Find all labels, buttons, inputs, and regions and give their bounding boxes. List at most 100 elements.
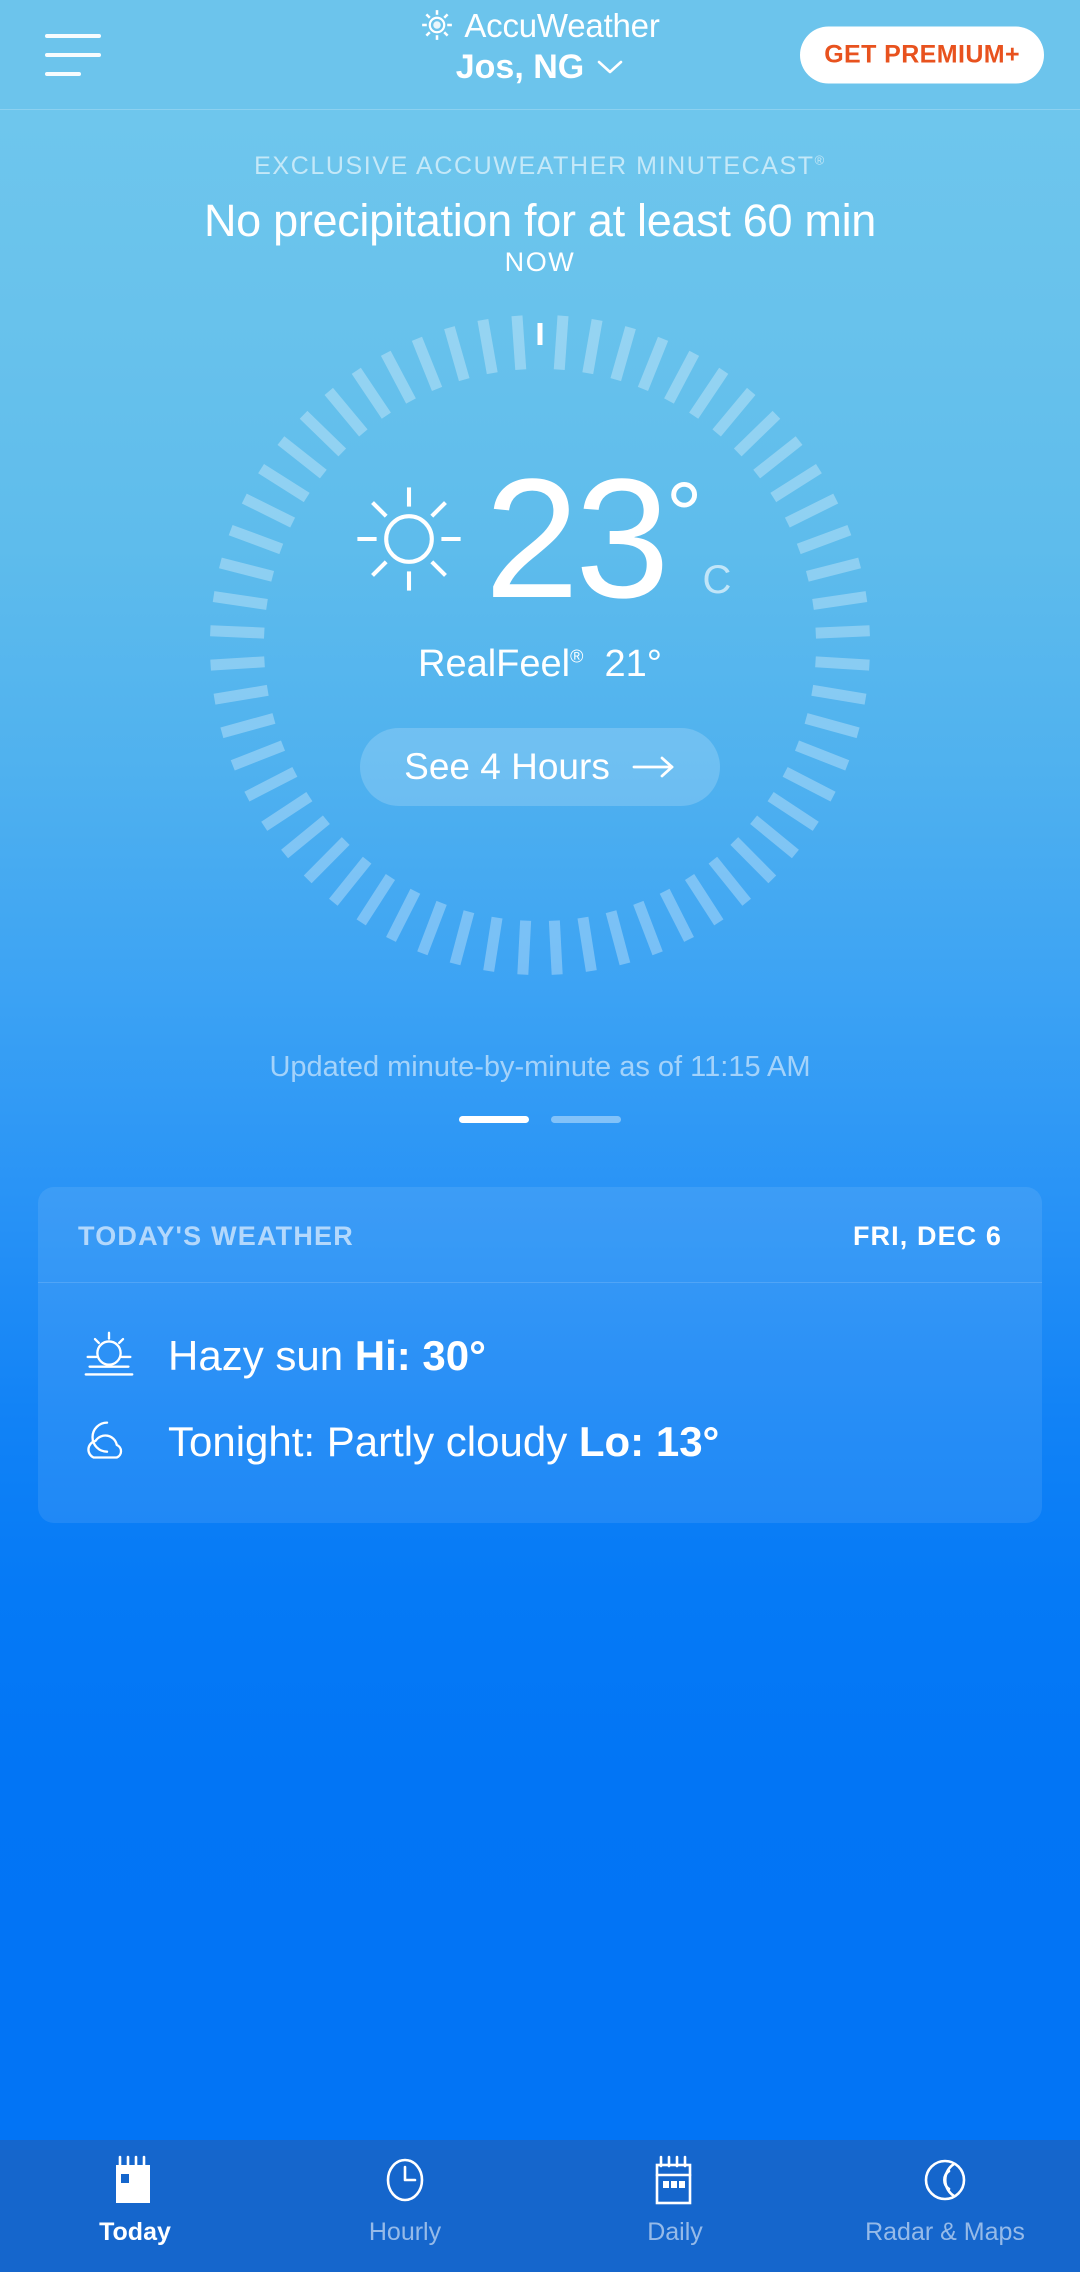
now-label: NOW bbox=[504, 247, 576, 277]
app-header: AccuWeather Jos, NG GET PREMIUM+ bbox=[0, 0, 1080, 110]
forecast-row-day: Hazy sun Hi: 30° bbox=[78, 1313, 1002, 1399]
updated-text: Updated minute-by-minute as of 11:15 AM bbox=[269, 1051, 811, 1083]
radar-icon bbox=[924, 2159, 966, 2201]
card-date: FRI, DEC 6 bbox=[852, 1221, 1002, 1251]
calendar-today-icon bbox=[116, 2155, 150, 2203]
registered-mark: ® bbox=[570, 646, 584, 667]
dial-tick bbox=[477, 319, 498, 375]
dial-tick bbox=[417, 900, 447, 956]
temperature-unit: C bbox=[702, 558, 732, 603]
partly-cloudy-night-icon bbox=[87, 1421, 123, 1459]
page-dot[interactable] bbox=[459, 1116, 529, 1123]
realfeel-label: RealFeel bbox=[418, 643, 571, 686]
todays-weather-card[interactable]: TODAY'S WEATHER FRI, DEC 6 Hazy sun Hi: … bbox=[38, 1187, 1042, 1523]
minutecast-label: EXCLUSIVE ACCUWEATHER MINUTECAST® bbox=[0, 152, 1080, 181]
hamburger-bar bbox=[45, 52, 101, 57]
dial-tick bbox=[411, 336, 443, 391]
registered-mark: ® bbox=[814, 152, 826, 168]
realfeel-row: RealFeel® 21° bbox=[418, 643, 662, 686]
hazy-sun-icon bbox=[84, 1331, 134, 1376]
dial-tick bbox=[380, 350, 416, 404]
forecast-condition-day: Hazy sun bbox=[168, 1332, 355, 1379]
forecast-low: Lo: 13° bbox=[578, 1418, 720, 1465]
page-indicator[interactable] bbox=[0, 1116, 1080, 1123]
tab-today[interactable]: Today bbox=[0, 2140, 270, 2272]
dial-tick bbox=[444, 326, 470, 382]
brand-row: AccuWeather bbox=[420, 6, 660, 44]
card-title: TODAY'S WEATHER bbox=[78, 1221, 354, 1251]
brand-name: AccuWeather bbox=[464, 6, 660, 44]
tab-label-today: Today bbox=[99, 2218, 171, 2246]
dial-tick bbox=[303, 837, 350, 884]
forecast-text-day: Hazy sun Hi: 30° bbox=[168, 1332, 486, 1380]
sun-icon bbox=[357, 487, 461, 591]
dial-tick bbox=[605, 910, 631, 966]
dial-tick bbox=[610, 326, 636, 382]
tab-label-hourly: Hourly bbox=[368, 2218, 442, 2246]
degree-symbol: ° bbox=[665, 464, 703, 566]
location-name: Jos, NG bbox=[455, 48, 585, 86]
page-dot[interactable] bbox=[551, 1116, 621, 1123]
card-body: Hazy sun Hi: 30° Tonight: Partly cloudy … bbox=[38, 1283, 1042, 1523]
dial-tick bbox=[633, 900, 663, 956]
dial-tick bbox=[548, 920, 563, 975]
dial-tick bbox=[449, 910, 475, 966]
dial-tick bbox=[730, 837, 777, 884]
tab-radar-maps[interactable]: Radar & Maps bbox=[810, 2140, 1080, 2272]
card-header: TODAY'S WEATHER FRI, DEC 6 bbox=[38, 1187, 1042, 1283]
dial-tick bbox=[351, 367, 391, 419]
bottom-tab-bar: Today Hourly Daily Radar & Maps bbox=[0, 2140, 1080, 2272]
arrow-right-icon bbox=[632, 756, 674, 778]
temperature-value-group: 23 ° bbox=[484, 444, 703, 634]
forecast-text-night: Tonight: Partly cloudy Lo: 13° bbox=[168, 1418, 719, 1466]
dial-tick bbox=[750, 815, 799, 859]
dial-tick bbox=[553, 315, 569, 371]
dial-tick bbox=[517, 920, 532, 975]
dial-tick bbox=[664, 350, 700, 404]
dial-tick bbox=[356, 873, 396, 926]
forecast-high: Hi: 30° bbox=[354, 1332, 486, 1379]
calendar-icon bbox=[655, 2155, 692, 2205]
see-hours-button[interactable]: See 4 Hours bbox=[360, 728, 720, 807]
tab-label-radar: Radar & Maps bbox=[865, 2218, 1025, 2246]
minutecast-section: EXCLUSIVE ACCUWEATHER MINUTECAST® No pre… bbox=[0, 152, 1080, 247]
temperature-value: 23 bbox=[484, 444, 670, 634]
dial-tick bbox=[712, 387, 756, 437]
tab-label-daily: Daily bbox=[647, 2218, 703, 2246]
hamburger-bar bbox=[45, 71, 81, 76]
dial-tick bbox=[299, 410, 347, 457]
tab-daily[interactable]: Daily bbox=[540, 2140, 810, 2272]
minutecast-headline: No precipitation for at least 60 min bbox=[203, 195, 877, 246]
dial-tick bbox=[659, 888, 694, 942]
hamburger-bar bbox=[45, 33, 101, 38]
minutecast-label-text: EXCLUSIVE ACCUWEATHER MINUTECAST bbox=[254, 152, 815, 180]
dial-tick bbox=[582, 319, 603, 375]
dial-tick bbox=[281, 815, 330, 859]
dial-tick bbox=[684, 873, 724, 926]
forecast-condition-night: Tonight: Partly cloudy bbox=[168, 1418, 579, 1465]
weather-app-screen: AccuWeather Jos, NG GET PREMIUM+ EXCLUSI… bbox=[0, 0, 1080, 2272]
dial-tick bbox=[637, 336, 669, 391]
dial-tick bbox=[733, 410, 781, 457]
location-selector[interactable]: Jos, NG bbox=[456, 50, 624, 84]
forecast-row-night: Tonight: Partly cloudy Lo: 13° bbox=[78, 1399, 1002, 1485]
minutecast-dial[interactable]: NOW 23 ° C RealFeel® 21° See 4 Hours bbox=[0, 247, 1080, 1025]
dial-tick bbox=[386, 888, 421, 942]
realfeel-value: 21° bbox=[604, 643, 662, 686]
dial-tick bbox=[329, 856, 372, 906]
dial-tick bbox=[483, 916, 503, 972]
temperature-row: 23 ° C bbox=[349, 444, 732, 634]
chevron-down-icon bbox=[597, 60, 623, 74]
hamburger-icon[interactable] bbox=[45, 33, 101, 76]
dial-tick bbox=[708, 856, 751, 906]
see-hours-label: See 4 Hours bbox=[404, 746, 610, 788]
current-conditions: 23 ° C RealFeel® 21° See 4 Hours bbox=[0, 444, 1080, 807]
dial-tick bbox=[511, 315, 527, 371]
tab-hourly[interactable]: Hourly bbox=[270, 2140, 540, 2272]
dial-tick bbox=[324, 387, 368, 437]
accuweather-sun-logo-icon bbox=[422, 10, 453, 40]
dial-tick bbox=[577, 916, 597, 972]
get-premium-button[interactable]: GET PREMIUM+ bbox=[800, 26, 1044, 83]
dial-tick bbox=[689, 367, 729, 419]
clock-icon bbox=[386, 2158, 424, 2202]
